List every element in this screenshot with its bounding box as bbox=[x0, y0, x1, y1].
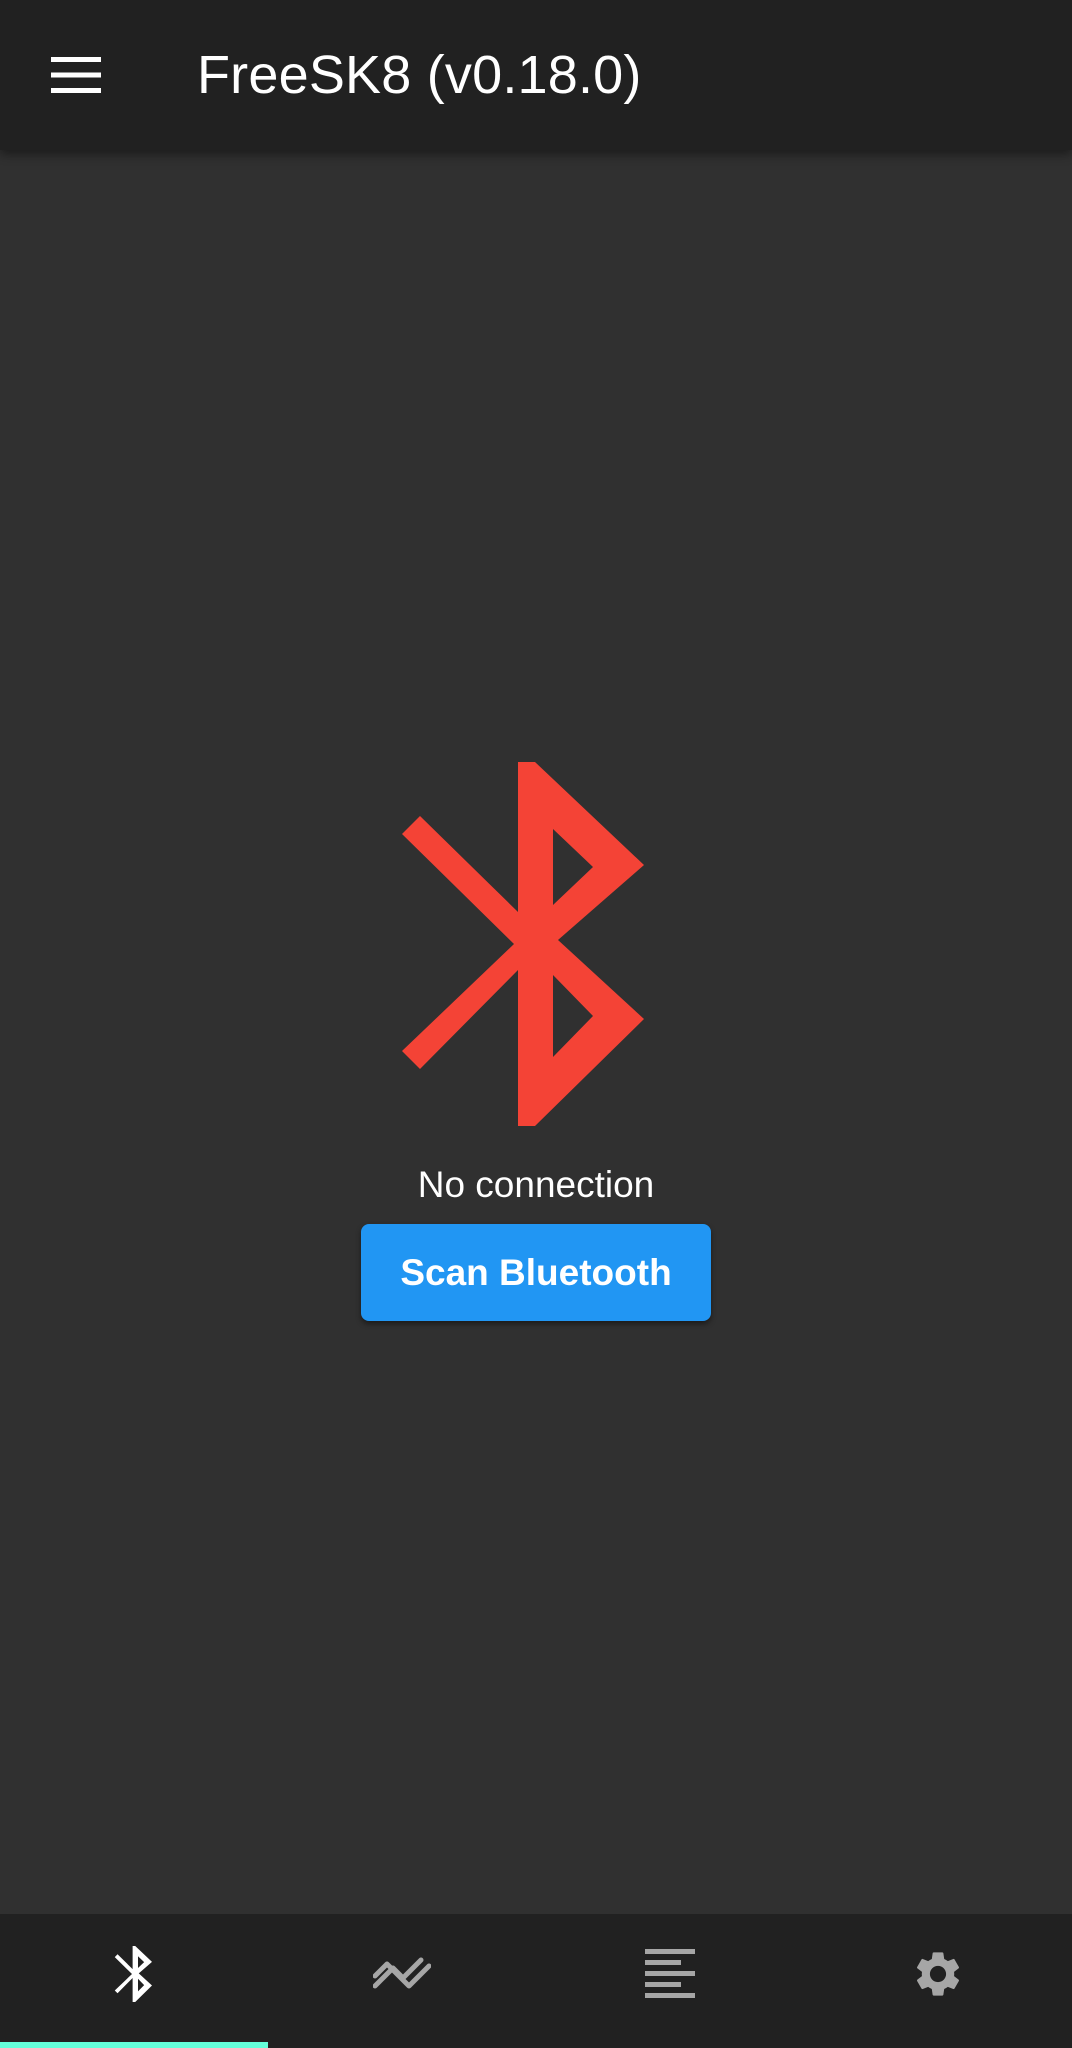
trending-chart-icon bbox=[373, 1957, 431, 1989]
connection-status-text: No connection bbox=[417, 1164, 655, 1205]
tab-bluetooth[interactable] bbox=[0, 1914, 268, 2048]
bottom-navigation bbox=[0, 1914, 1072, 2048]
tab-logs[interactable] bbox=[536, 1914, 804, 2048]
menu-button[interactable] bbox=[36, 39, 116, 111]
gear-icon bbox=[916, 1952, 960, 1996]
tab-settings[interactable] bbox=[804, 1914, 1072, 2048]
hamburger-menu-icon bbox=[51, 57, 101, 93]
app-root: FreeSK8 (v0.18.0) No connection Scan Blu… bbox=[0, 0, 1072, 2048]
scan-bluetooth-button[interactable]: Scan Bluetooth bbox=[361, 1224, 711, 1321]
app-title: FreeSK8 (v0.18.0) bbox=[197, 45, 642, 105]
bluetooth-disabled-icon bbox=[402, 762, 644, 1126]
tab-trends[interactable] bbox=[268, 1914, 536, 2048]
bluetooth-icon bbox=[114, 1946, 152, 2002]
app-bar: FreeSK8 (v0.18.0) bbox=[0, 0, 1072, 150]
align-left-text-icon bbox=[645, 1949, 695, 1998]
selected-tab-indicator bbox=[0, 2042, 268, 2048]
connection-panel: No connection Scan Bluetooth bbox=[0, 150, 1072, 1914]
